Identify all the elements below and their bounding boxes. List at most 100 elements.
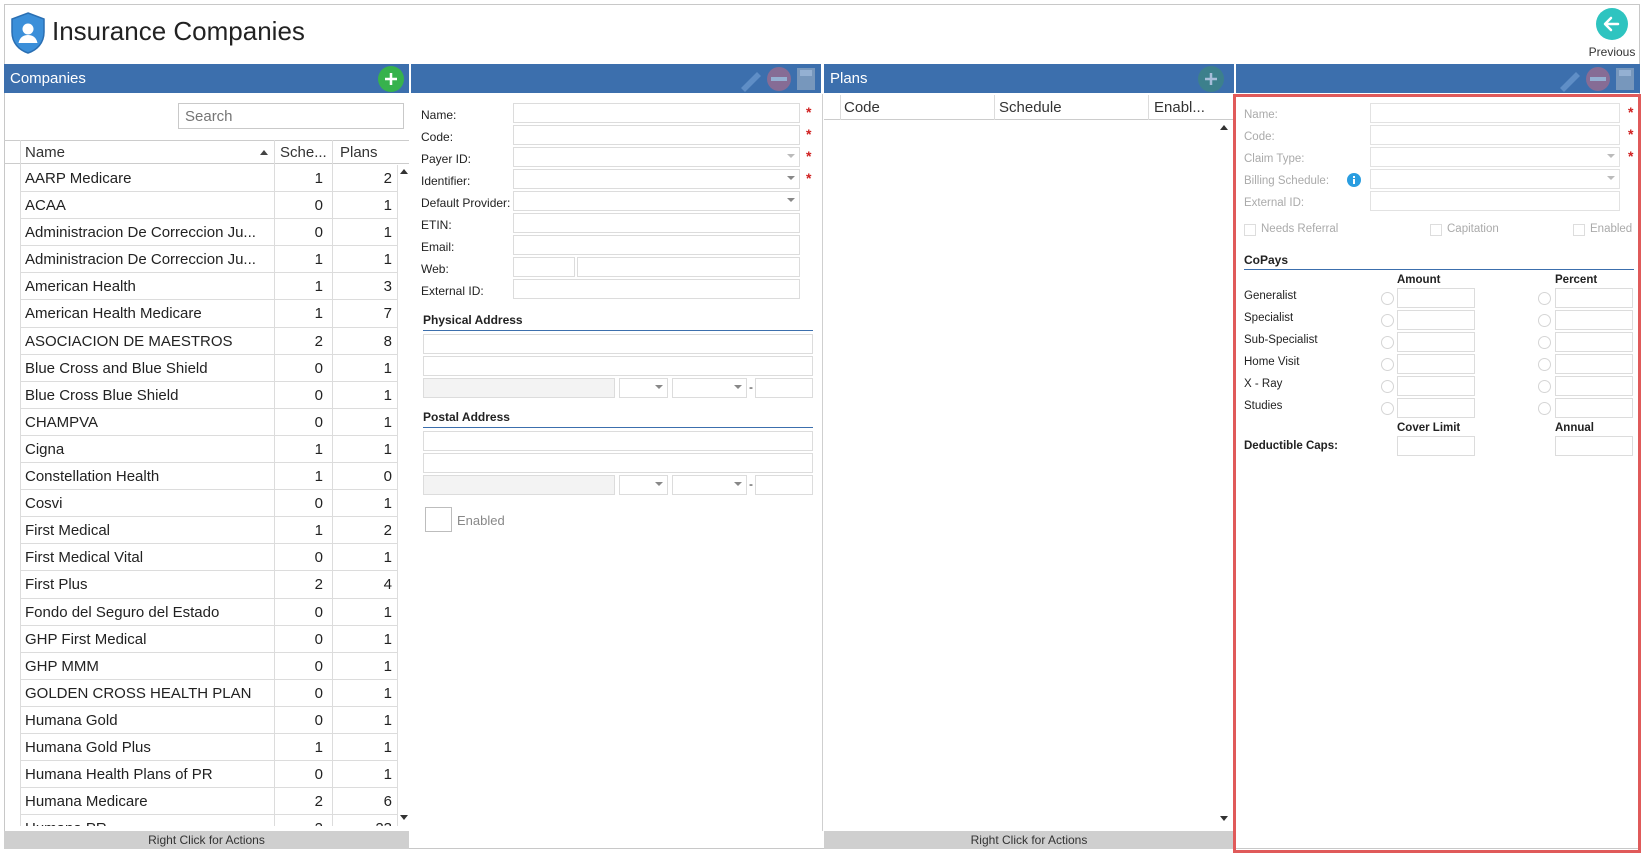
schedules-count-cell: 1 bbox=[314, 468, 323, 486]
postal-city-field[interactable] bbox=[423, 475, 615, 495]
table-row[interactable]: CHAMPVA 0 1 bbox=[20, 409, 397, 436]
schedules-count-cell: 0 bbox=[314, 684, 323, 702]
column-header-enabled[interactable]: Enabl... bbox=[1154, 99, 1205, 116]
table-row[interactable]: First Plus 2 4 bbox=[20, 571, 397, 599]
table-row[interactable]: Humana Health Plans of PR 0 1 bbox=[20, 761, 397, 789]
column-header-name[interactable]: Name bbox=[25, 144, 65, 161]
edit-icon[interactable] bbox=[741, 72, 761, 92]
plans-count-cell: 1 bbox=[383, 386, 392, 404]
company-name-cell: Administracion De Correccion Ju... bbox=[25, 251, 256, 269]
column-header-code[interactable]: Code bbox=[844, 99, 880, 116]
schedules-count-cell: 2 bbox=[314, 332, 323, 350]
zip-separator: - bbox=[749, 380, 753, 394]
default-provider-label: Default Provider: bbox=[421, 196, 511, 210]
payer-id-dropdown[interactable] bbox=[513, 147, 800, 167]
table-row[interactable]: Constellation Health 1 0 bbox=[20, 463, 397, 491]
table-row[interactable]: Humana Gold 0 1 bbox=[20, 707, 397, 734]
save-icon[interactable] bbox=[1616, 68, 1634, 90]
scroll-up-icon[interactable] bbox=[1220, 125, 1228, 130]
postal-address-line1[interactable] bbox=[423, 431, 813, 451]
plan-form-bar bbox=[1236, 64, 1640, 93]
table-row[interactable]: First Medical 1 2 bbox=[20, 517, 397, 545]
section-divider bbox=[423, 330, 813, 331]
delete-icon[interactable] bbox=[1586, 67, 1610, 91]
table-row[interactable]: AARP Medicare 1 2 bbox=[20, 165, 397, 193]
table-row[interactable]: Humana Gold Plus 1 1 bbox=[20, 734, 397, 762]
plans-count-cell: 1 bbox=[383, 413, 392, 431]
table-row[interactable]: Administracion De Correccion Ju... 0 1 bbox=[20, 219, 397, 247]
edit-icon[interactable] bbox=[1560, 72, 1580, 92]
etin-field[interactable] bbox=[513, 213, 800, 233]
table-row[interactable]: Humana PR 2 23 bbox=[20, 815, 397, 826]
schedules-count-cell: 0 bbox=[314, 657, 323, 675]
scroll-down-icon[interactable] bbox=[1220, 816, 1228, 821]
plans-scrollbar[interactable] bbox=[1218, 121, 1230, 827]
table-row[interactable]: First Medical Vital 0 1 bbox=[20, 544, 397, 572]
plans-count-cell: 1 bbox=[383, 603, 392, 621]
company-name-cell: Fondo del Seguro del Estado bbox=[25, 603, 220, 621]
delete-icon[interactable] bbox=[767, 67, 791, 91]
add-plan-button[interactable] bbox=[1198, 66, 1224, 92]
physical-zip-field[interactable] bbox=[755, 378, 813, 398]
plans-grid-header: Code Schedule Enabl... bbox=[824, 95, 1235, 120]
plans-count-cell: 7 bbox=[383, 305, 392, 323]
physical-city-field[interactable] bbox=[423, 378, 615, 398]
web-protocol-field[interactable] bbox=[513, 257, 575, 277]
email-field[interactable] bbox=[513, 235, 800, 255]
postal-zip-field[interactable] bbox=[755, 475, 813, 495]
physical-country-dropdown[interactable] bbox=[672, 378, 747, 398]
required-marker: * bbox=[806, 170, 812, 186]
table-row[interactable]: ACAA 0 1 bbox=[20, 192, 397, 220]
plan-form-toolbar bbox=[1556, 66, 1636, 92]
table-row[interactable]: Administracion De Correccion Ju... 1 1 bbox=[20, 246, 397, 274]
companies-scrollbar[interactable] bbox=[397, 165, 409, 826]
physical-address-line2[interactable] bbox=[423, 356, 813, 376]
table-row[interactable]: Blue Cross and Blue Shield 0 1 bbox=[20, 355, 397, 382]
required-marker: * bbox=[806, 148, 812, 164]
default-provider-dropdown[interactable] bbox=[513, 191, 800, 211]
column-divider bbox=[840, 95, 841, 120]
plans-count-cell: 0 bbox=[383, 468, 392, 486]
column-header-schedule[interactable]: Schedule bbox=[999, 99, 1062, 116]
table-row[interactable]: Cosvi 0 1 bbox=[20, 490, 397, 518]
identifier-dropdown[interactable] bbox=[513, 169, 800, 189]
company-name-cell: Humana Gold Plus bbox=[25, 738, 151, 756]
column-divider bbox=[1148, 95, 1149, 120]
company-name-field[interactable] bbox=[513, 103, 800, 123]
schedules-count-cell: 1 bbox=[314, 305, 323, 323]
physical-state-dropdown[interactable] bbox=[619, 378, 668, 398]
table-row[interactable]: ASOCIACION DE MAESTROS 2 8 bbox=[20, 328, 397, 355]
schedules-count-cell: 0 bbox=[314, 359, 323, 377]
column-header-plans[interactable]: Plans bbox=[340, 144, 378, 161]
scroll-up-icon[interactable] bbox=[400, 169, 408, 174]
table-row[interactable]: Humana Medicare 2 6 bbox=[20, 788, 397, 816]
search-input[interactable] bbox=[178, 103, 404, 129]
postal-country-dropdown[interactable] bbox=[672, 475, 747, 495]
table-row[interactable]: GOLDEN CROSS HEALTH PLAN 0 1 bbox=[20, 680, 397, 707]
company-name-cell: American Health Medicare bbox=[25, 305, 202, 323]
column-header-schedules[interactable]: Sche... bbox=[280, 144, 327, 161]
table-row[interactable]: Cigna 1 1 bbox=[20, 436, 397, 464]
etin-label: ETIN: bbox=[421, 218, 452, 232]
company-enabled-checkbox[interactable] bbox=[425, 507, 452, 532]
company-form-bar bbox=[411, 64, 821, 93]
table-row[interactable]: GHP MMM 0 1 bbox=[20, 653, 397, 680]
physical-address-line1[interactable] bbox=[423, 334, 813, 354]
table-row[interactable]: GHP First Medical 0 1 bbox=[20, 626, 397, 653]
schedules-count-cell: 1 bbox=[314, 522, 323, 540]
external-id-field[interactable] bbox=[513, 279, 800, 299]
table-row[interactable]: Blue Cross Blue Shield 0 1 bbox=[20, 382, 397, 409]
company-code-field[interactable] bbox=[513, 125, 800, 145]
table-row[interactable]: Fondo del Seguro del Estado 0 1 bbox=[20, 599, 397, 626]
web-field[interactable] bbox=[577, 257, 800, 277]
postal-state-dropdown[interactable] bbox=[619, 475, 668, 495]
table-row[interactable]: American Health 1 3 bbox=[20, 273, 397, 301]
table-row[interactable]: American Health Medicare 1 7 bbox=[20, 300, 397, 328]
companies-grid-body: AARP Medicare 1 2 ACAA 0 1 Administracion De C… bbox=[20, 165, 397, 826]
postal-address-line2[interactable] bbox=[423, 453, 813, 473]
scroll-down-icon[interactable] bbox=[400, 815, 408, 820]
add-company-button[interactable] bbox=[378, 66, 404, 92]
previous-button[interactable]: Previous bbox=[1588, 8, 1636, 62]
save-icon[interactable] bbox=[797, 68, 815, 90]
physical-address-title: Physical Address bbox=[423, 313, 523, 327]
